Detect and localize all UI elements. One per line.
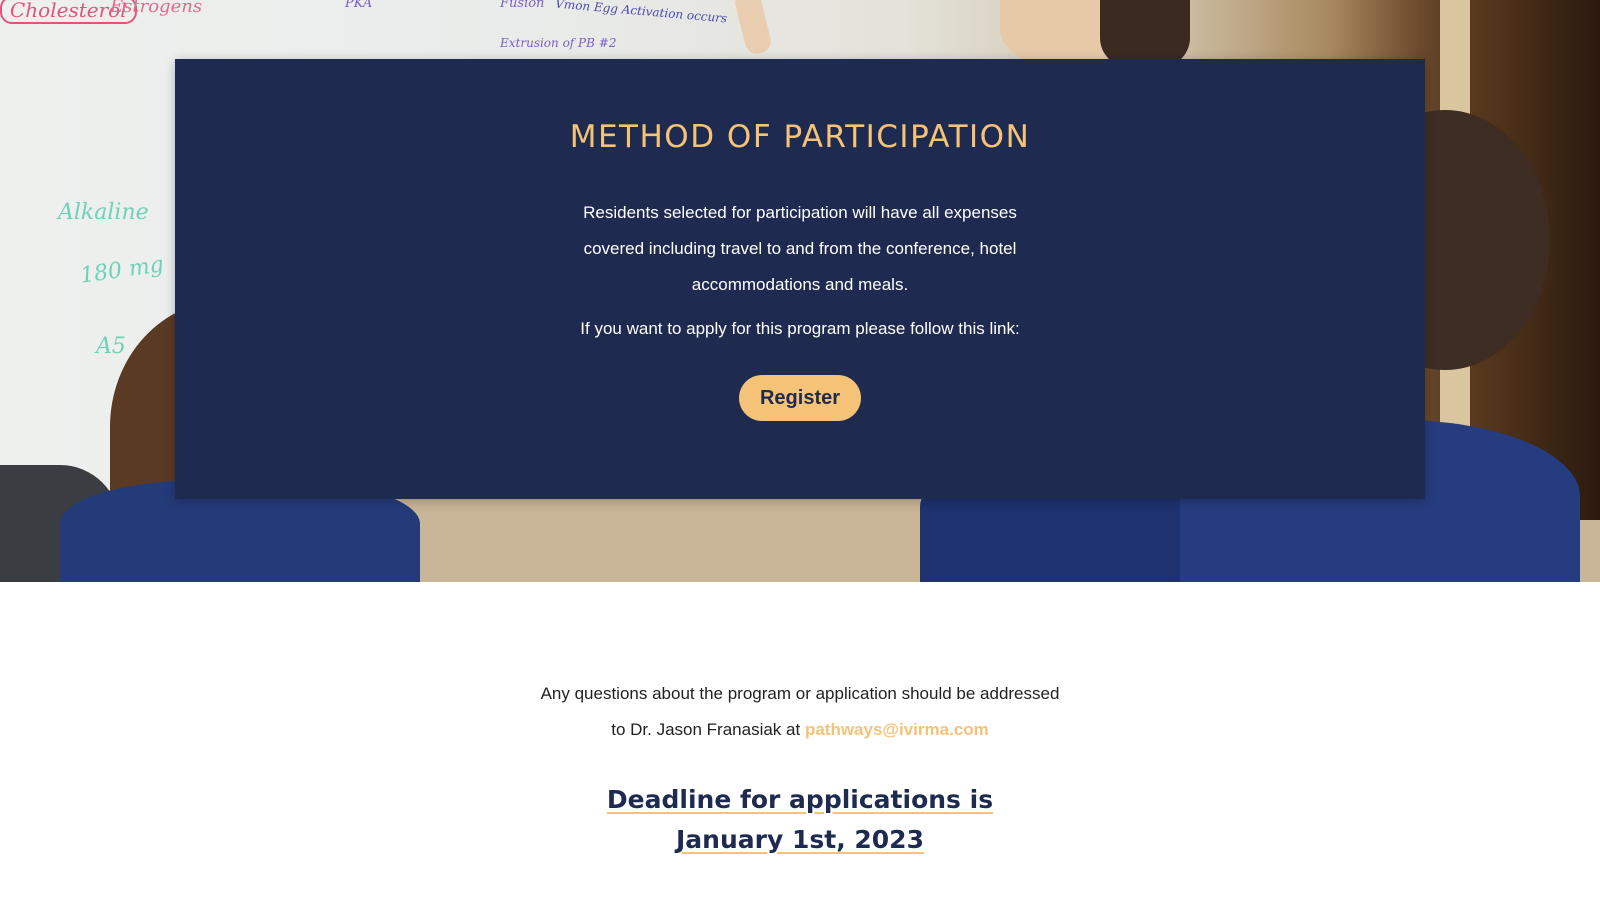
whiteboard-note: Estrogens [110, 0, 203, 17]
deadline-line-1: Deadline for applications is [606, 785, 994, 814]
apply-prompt: If you want to apply for this program pl… [580, 319, 1020, 338]
whiteboard-note: Fusion [500, 0, 545, 11]
contact-line-2: to Dr. Jason Franasiak at pathways@ivirm… [0, 712, 1600, 748]
contact-line-2-text: to Dr. Jason Franasiak at [611, 720, 801, 739]
participation-card: METHOD OF PARTICIPATION Residents select… [175, 59, 1425, 499]
deadline-heading: Deadline for applications is January 1st… [0, 780, 1600, 860]
whiteboard-note: PKA [345, 0, 373, 11]
whiteboard-note: 180 mg [78, 252, 166, 289]
participation-description: Residents selected for participation wil… [583, 203, 1017, 294]
whiteboard-note: Extrusion of PB #2 [500, 36, 617, 50]
register-button[interactable]: Register [739, 375, 861, 421]
section-title: METHOD OF PARTICIPATION [569, 119, 1031, 155]
whiteboard-note: A5 [96, 334, 126, 359]
contact-info: Any questions about the program or appli… [0, 676, 1600, 748]
person-arm [732, 0, 774, 57]
whiteboard-note: Alkaline [58, 200, 149, 225]
whiteboard-note: Vmon Egg Activation occurs [554, 0, 728, 26]
email-link[interactable]: pathways@ivirma.com [805, 720, 989, 739]
deadline-date: January 1st, 2023 [676, 825, 924, 854]
contact-line-1: Any questions about the program or appli… [540, 684, 1060, 703]
